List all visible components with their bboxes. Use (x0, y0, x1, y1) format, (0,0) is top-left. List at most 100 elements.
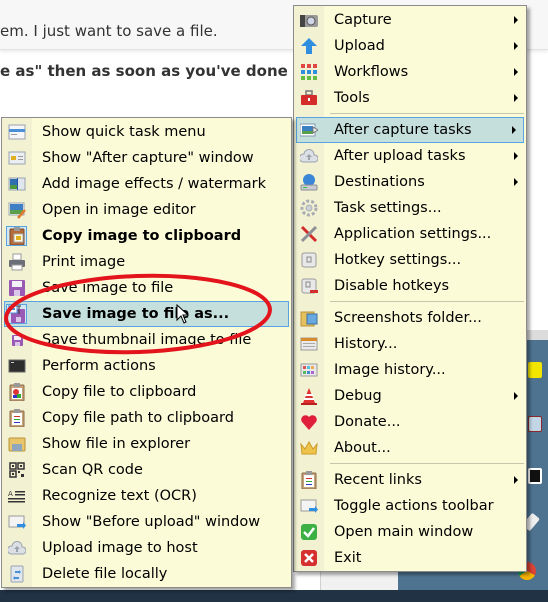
desktop-magnifier-icon[interactable] (528, 416, 542, 432)
clipboard-image-icon (6, 226, 27, 246)
background-text-line: em. I just want to save a file. (0, 22, 218, 40)
menu-item-label: Donate... (334, 414, 401, 430)
menu-item-label: About... (334, 440, 391, 456)
menu-item-label: Hotkey settings... (334, 252, 462, 268)
keyboard-key-icon (299, 251, 318, 269)
menu-item-label: Perform actions (42, 358, 156, 374)
menu-item-label: Open in image editor (42, 202, 196, 218)
svg-text:A: A (8, 490, 13, 498)
menu-item-exit[interactable]: Exit (294, 545, 526, 571)
submenu-arrow-icon (514, 152, 518, 160)
menu-item-label: Application settings... (334, 226, 492, 242)
clipboard-file-icon (7, 383, 26, 401)
submenu-arrow-icon (514, 16, 518, 24)
menu-item-after-upload-tasks[interactable]: After upload tasks (294, 143, 526, 169)
menu-item-donate[interactable]: Donate... (294, 409, 526, 435)
menu-item-save-thumbnail-image-to-file[interactable]: Save thumbnail image to file (2, 327, 291, 353)
menu-item-save-image-to-file-as[interactable]: Save image to file as... (4, 301, 289, 327)
upload-arrow-icon (299, 37, 318, 55)
menu-item-label: Upload image to host (42, 540, 198, 556)
menu-item-save-image-to-file[interactable]: Save image to file (2, 275, 291, 301)
toolbox-icon (299, 89, 318, 107)
menu-item-capture[interactable]: Capture (294, 7, 526, 33)
menu-item-screenshots-folder[interactable]: Screenshots folder... (294, 305, 526, 331)
floppy-thumbnail-icon (7, 331, 26, 349)
menu-item-label: Open main window (334, 524, 474, 540)
menu-item-label: Save thumbnail image to file (42, 332, 252, 348)
menu-item-label: Disable hotkeys (334, 278, 450, 294)
menu-item-label: Toggle actions toolbar (334, 498, 494, 514)
gear-icon (299, 199, 318, 217)
menu-item-print-image[interactable]: Print image (2, 249, 291, 275)
menu-item-label: Screenshots folder... (334, 310, 482, 326)
menu-item-label: Upload (334, 38, 385, 54)
ocr-text-icon: A (7, 487, 26, 505)
menu-item-open-in-image-editor[interactable]: Open in image editor (2, 197, 291, 223)
clipboard-path-icon (7, 409, 26, 427)
menu-item-history[interactable]: History... (294, 331, 526, 357)
menu-item-show-file-in-explorer[interactable]: Show file in explorer (2, 431, 291, 457)
crown-icon (299, 439, 318, 457)
desktop-terminal-icon[interactable] (528, 468, 542, 484)
menu-item-debug[interactable]: Debug (294, 383, 526, 409)
keyboard-key-disabled-icon (299, 277, 318, 295)
heart-icon (299, 413, 318, 431)
menu-item-upload-image-to-host[interactable]: Upload image to host (2, 535, 291, 561)
mouse-cursor-icon (176, 304, 190, 324)
menu-item-workflows[interactable]: Workflows (294, 59, 526, 85)
menu-item-task-settings[interactable]: Task settings... (294, 195, 526, 221)
menu-item-disable-hotkeys[interactable]: Disable hotkeys (294, 273, 526, 299)
menu-item-label: Tools (334, 90, 370, 106)
menu-item-label: History... (334, 336, 398, 352)
menu-item-label: After upload tasks (334, 148, 466, 164)
menu-item-after-capture-tasks[interactable]: After capture tasks (296, 117, 524, 143)
menu-item-hotkey-settings[interactable]: Hotkey settings... (294, 247, 526, 273)
menu-item-open-main-window[interactable]: Open main window (294, 519, 526, 545)
menu-item-recognize-text-ocr[interactable]: A Recognize text (OCR) (2, 483, 291, 509)
clipboard-list-icon (299, 471, 318, 489)
menu-item-toggle-actions-toolbar[interactable]: Toggle actions toolbar (294, 493, 526, 519)
history-icon (299, 335, 318, 353)
menu-item-copy-file-path-to-clipboard[interactable]: Copy file path to clipboard (2, 405, 291, 431)
submenu-arrow-icon (514, 392, 518, 400)
menu-item-copy-image-to-clipboard[interactable]: Copy image to clipboard (2, 223, 291, 249)
after-capture-tasks-submenu: Show quick task menu Show "After capture… (1, 117, 292, 588)
menu-item-show-before-upload-window[interactable]: Show "Before upload" window (2, 509, 291, 535)
menu-item-label: Copy file to clipboard (42, 384, 197, 400)
menu-item-about[interactable]: About... (294, 435, 526, 461)
menu-item-label: Print image (42, 254, 126, 270)
menu-item-scan-qr-code[interactable]: Scan QR code (2, 457, 291, 483)
submenu-arrow-icon (514, 94, 518, 102)
toolbar-arrow-icon (299, 497, 318, 515)
menu-item-application-settings[interactable]: Application settings... (294, 221, 526, 247)
menu-item-label: Workflows (334, 64, 409, 80)
before-upload-window-icon (7, 513, 26, 531)
menu-item-label: Exit (334, 550, 362, 566)
menu-item-label: Save image to file (42, 280, 174, 296)
qr-code-icon (7, 461, 26, 479)
menu-item-label: Capture (334, 12, 392, 28)
menu-item-label: Copy image to clipboard (42, 228, 242, 244)
after-capture-icon (299, 121, 318, 139)
menu-item-label: Image history... (334, 362, 446, 378)
menu-item-image-history[interactable]: Image history... (294, 357, 526, 383)
menu-item-upload[interactable]: Upload (294, 33, 526, 59)
menu-item-show-after-capture-window[interactable]: Show "After capture" window (2, 145, 291, 171)
menu-item-label: Scan QR code (42, 462, 143, 478)
menu-item-label: Copy file path to clipboard (42, 410, 234, 426)
quick-task-menu-icon (7, 123, 26, 141)
menu-item-delete-file-locally[interactable]: Delete file locally (2, 561, 291, 587)
menu-item-label: After capture tasks (334, 122, 472, 138)
menu-item-show-quick-task-menu[interactable]: Show quick task menu (2, 119, 291, 145)
menu-item-perform-actions[interactable]: Perform actions (2, 353, 291, 379)
background-text-line-bold: e as" then as soon as you've done the (0, 62, 322, 80)
desktop-app-icon[interactable] (528, 362, 542, 378)
menu-item-recent-links[interactable]: Recent links (294, 467, 526, 493)
menu-item-tools[interactable]: Tools (294, 85, 526, 111)
tray-context-menu: Capture Upload Workflows Tools After cap… (293, 5, 527, 572)
menu-item-label: Show "Before upload" window (42, 514, 261, 530)
menu-item-label: Task settings... (334, 200, 442, 216)
menu-item-destinations[interactable]: Destinations (294, 169, 526, 195)
menu-item-copy-file-to-clipboard[interactable]: Copy file to clipboard (2, 379, 291, 405)
menu-item-add-image-effects[interactable]: Add image effects / watermark (2, 171, 291, 197)
